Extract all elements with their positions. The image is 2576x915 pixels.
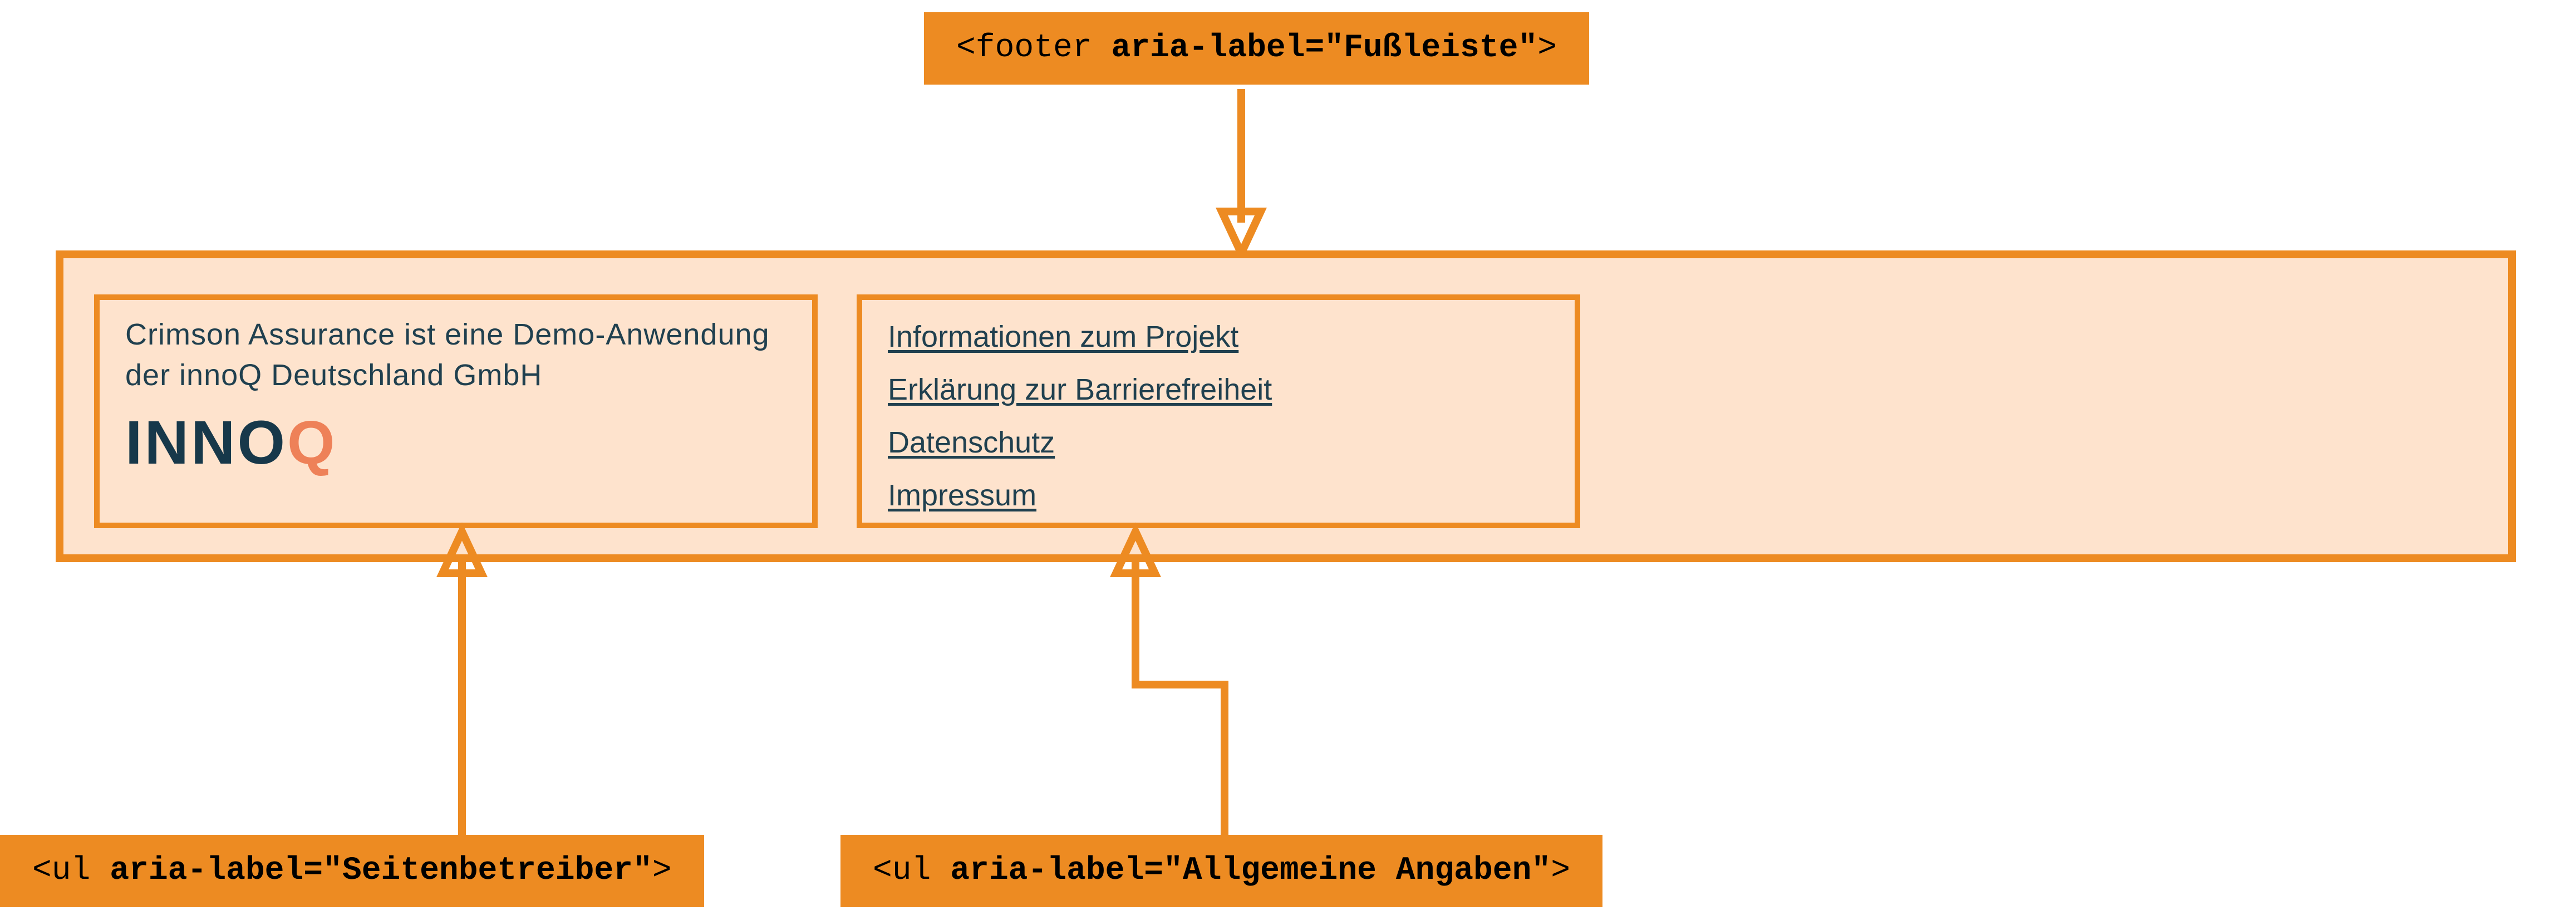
- diagram-canvas: <footer aria-label="Fußleiste"> Crimson …: [0, 0, 2576, 915]
- arrow-br-to-links: [0, 0, 2576, 915]
